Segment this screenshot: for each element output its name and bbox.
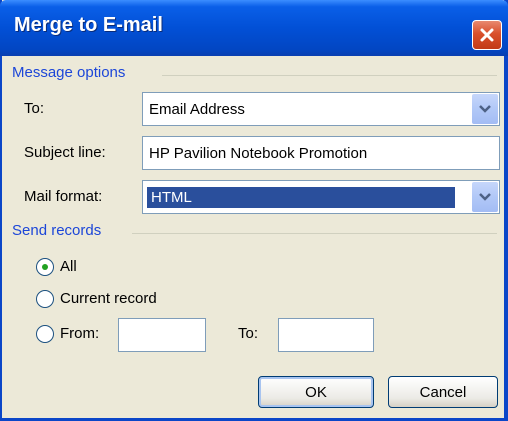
- all-radio[interactable]: [36, 258, 54, 276]
- to-dropdown-button[interactable]: [472, 94, 498, 124]
- group-divider: [132, 233, 497, 234]
- subject-line-label: Subject line:: [24, 144, 106, 161]
- merge-to-email-dialog: Merge to E-mail Message options To: Emai…: [0, 0, 508, 421]
- send-records-heading: Send records: [12, 222, 102, 239]
- mail-format-value: HTML: [147, 186, 455, 208]
- to-record-input[interactable]: [278, 318, 374, 352]
- current-record-radio[interactable]: [36, 290, 54, 308]
- subject-line-input[interactable]: HP Pavilion Notebook Promotion: [142, 136, 500, 170]
- group-divider: [162, 75, 497, 76]
- radio-selected-dot: [42, 264, 48, 270]
- chevron-down-icon: [479, 193, 491, 201]
- mail-format-combobox[interactable]: HTML: [142, 180, 500, 214]
- to-record-label: To:: [238, 325, 259, 342]
- cancel-button[interactable]: Cancel: [388, 376, 498, 408]
- dialog-title: Merge to E-mail: [14, 14, 163, 36]
- mail-format-dropdown-button[interactable]: [472, 182, 498, 212]
- from-input[interactable]: [118, 318, 206, 352]
- close-icon: [480, 28, 494, 42]
- from-label[interactable]: From:: [60, 325, 99, 342]
- from-radio[interactable]: [36, 325, 54, 343]
- subject-line-value: HP Pavilion Notebook Promotion: [149, 144, 368, 162]
- chevron-down-icon: [479, 105, 491, 113]
- all-label[interactable]: All: [60, 258, 77, 275]
- message-options-heading: Message options: [12, 64, 126, 81]
- to-combobox-value: Email Address: [149, 100, 245, 118]
- close-button[interactable]: [472, 20, 502, 50]
- to-label: To:: [24, 100, 45, 117]
- mail-format-label: Mail format:: [24, 188, 103, 205]
- to-combobox[interactable]: Email Address: [142, 92, 500, 126]
- ok-button[interactable]: OK: [258, 376, 374, 408]
- title-bar[interactable]: Merge to E-mail: [0, 0, 508, 56]
- current-record-label[interactable]: Current record: [60, 290, 157, 307]
- cancel-button-label: Cancel: [419, 383, 467, 401]
- ok-button-label: OK: [305, 383, 327, 401]
